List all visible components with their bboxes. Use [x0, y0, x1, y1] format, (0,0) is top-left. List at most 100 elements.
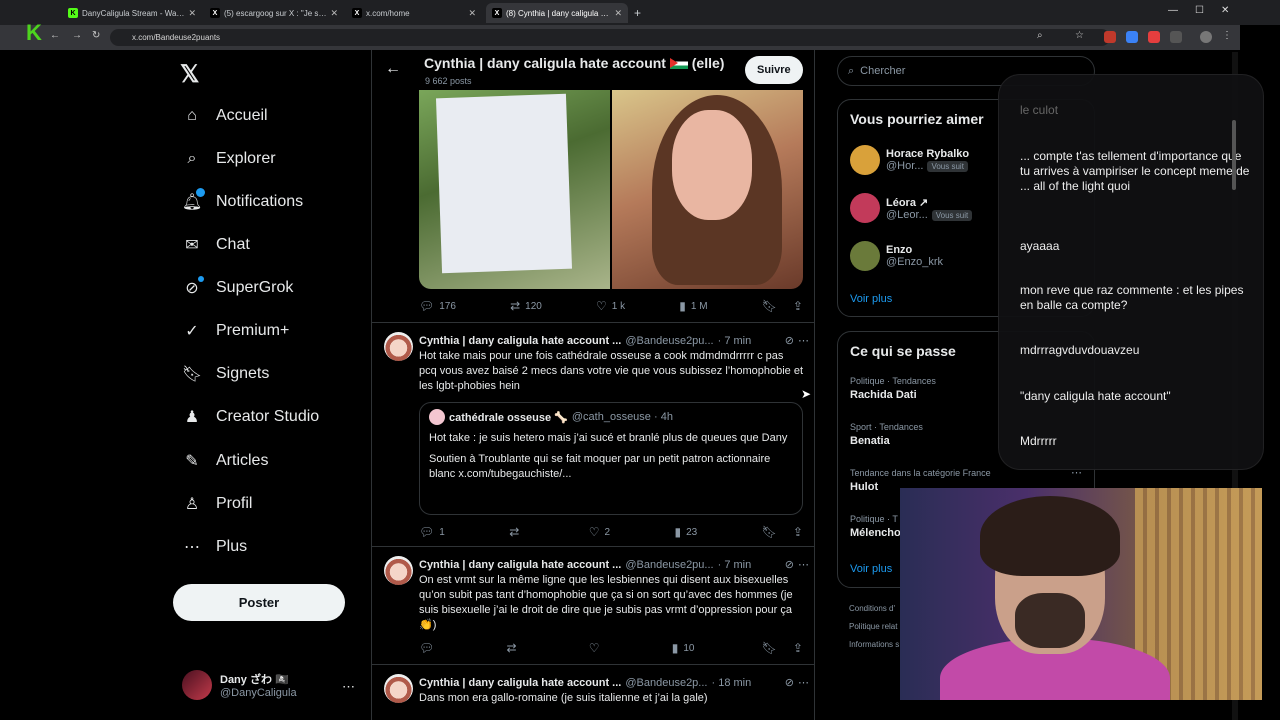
tweet[interactable]: Cynthia | dany caligula hate account ...…: [372, 546, 814, 664]
footer-link[interactable]: Conditions d': [849, 604, 895, 613]
more-icon[interactable]: ⋯: [798, 334, 809, 347]
extensions-icon[interactable]: [1170, 31, 1182, 43]
tweet[interactable]: Cynthia | dany caligula hate account ...…: [372, 322, 814, 546]
reload-icon[interactable]: ↻: [92, 30, 100, 41]
maximize-icon[interactable]: ☐: [1195, 5, 1204, 16]
tab-3[interactable]: X (8) Cynthia | dany caligula hate ✕: [486, 3, 628, 23]
extension-icon[interactable]: [1104, 31, 1116, 43]
tweet[interactable]: Cynthia | dany caligula hate account ...…: [372, 664, 814, 720]
tab-0[interactable]: K DanyCaligula Stream - Watch L ✕: [62, 3, 202, 23]
tweet-author[interactable]: Cynthia | dany caligula hate account ...: [419, 335, 621, 347]
share-icon[interactable]: ⇪: [793, 525, 803, 539]
close-window-icon[interactable]: ✕: [1221, 5, 1229, 16]
see-more-link[interactable]: Voir plus: [850, 293, 892, 305]
post-button[interactable]: Poster: [173, 584, 345, 621]
views-button[interactable]: ▮ 10: [672, 641, 695, 655]
suggestion-item[interactable]: Léora ↗ @Leor... Vous suit: [850, 193, 973, 223]
media-image[interactable]: [419, 90, 610, 289]
nav-notifications[interactable]: 🔔︎ Notifications: [182, 187, 303, 217]
like-count: 1 k: [611, 300, 626, 312]
repost-button[interactable]: ⇄: [509, 525, 524, 539]
avatar[interactable]: [384, 674, 413, 703]
bookmark-icon[interactable]: 🔖︎: [762, 299, 777, 313]
view-count: 1 M: [690, 300, 708, 312]
tweet-handle[interactable]: @Bandeuse2pu...: [625, 335, 713, 347]
bookmark-icon[interactable]: 🔖︎: [762, 525, 777, 539]
grok-icon[interactable]: ⊘: [785, 334, 794, 347]
tweet-author[interactable]: Cynthia | dany caligula hate account ...: [419, 559, 621, 571]
like-button[interactable]: ♡ 1 k: [596, 299, 625, 313]
repost-button[interactable]: ⇄: [506, 641, 521, 655]
menu-icon[interactable]: ⋮: [1222, 30, 1232, 41]
media-image[interactable]: [612, 90, 803, 289]
like-button[interactable]: ♡: [589, 641, 605, 655]
tab-2[interactable]: X x.com/home ✕: [346, 3, 482, 23]
avatar[interactable]: [384, 556, 413, 585]
bookmark-icon[interactable]: 🔖︎: [762, 641, 777, 655]
back-arrow-icon[interactable]: ←: [385, 60, 401, 78]
more-icon[interactable]: ⋯: [342, 679, 355, 695]
reply-button[interactable]: 💬︎: [419, 641, 439, 655]
close-icon[interactable]: ✕: [468, 8, 476, 19]
nav-more[interactable]: ⋯ Plus: [182, 532, 247, 562]
tab-2-label: x.com/home: [366, 8, 410, 18]
avatar[interactable]: [384, 332, 413, 361]
nav-premium[interactable]: ✓ Premium+: [182, 316, 289, 346]
star-icon[interactable]: ☆: [1075, 30, 1084, 41]
trend-item[interactable]: Sport · Tendances Benatia: [850, 422, 923, 447]
tweet-time[interactable]: · 7 min: [718, 335, 752, 347]
more-icon[interactable]: ⋯: [798, 676, 809, 689]
reply-button[interactable]: 💬︎ 176: [419, 299, 456, 313]
views-button[interactable]: ▮ 1 M: [679, 299, 707, 313]
quoted-tweet[interactable]: cathédrale osseuse 🦴 @cath_osseuse · 4h …: [419, 402, 803, 515]
tweet-time[interactable]: · 18 min: [711, 677, 751, 689]
nav-chat[interactable]: ✉ Chat: [182, 230, 250, 260]
footer-link[interactable]: Informations s: [849, 640, 899, 649]
nav-home[interactable]: ⌂ Accueil: [182, 101, 267, 131]
tab-1[interactable]: X (5) escargoog sur X : "Je suis pl ✕: [204, 3, 344, 23]
see-more-link[interactable]: Voir plus: [850, 563, 892, 575]
nav-bookmarks[interactable]: 🔖︎ Signets: [182, 359, 270, 389]
trend-item[interactable]: Politique · Tendances Rachida Dati: [850, 376, 936, 401]
trend-item[interactable]: Politique · T Mélencho: [850, 514, 901, 539]
tweet-handle[interactable]: @Bandeuse2pu...: [625, 559, 713, 571]
x-logo-icon[interactable]: 𝕏: [180, 60, 199, 89]
close-icon[interactable]: ✕: [188, 8, 196, 19]
grok-icon[interactable]: ⊘: [785, 558, 794, 571]
share-icon[interactable]: ⇪: [793, 299, 803, 313]
tweet-handle[interactable]: @Bandeuse2p...: [625, 677, 707, 689]
url-field[interactable]: x.com/Bandeuse2puants: [110, 29, 1110, 46]
nav-supergrok[interactable]: ⊘ SuperGrok: [182, 273, 293, 303]
extension-icon[interactable]: [1148, 31, 1160, 43]
nav-profile[interactable]: ♙ Profil: [182, 489, 253, 519]
extension-icon[interactable]: [1126, 31, 1138, 43]
account-switcher[interactable]: Dany ざわ 🏴‍☠️ @DanyCaligula: [182, 670, 297, 700]
like-button[interactable]: ♡ 2: [589, 525, 610, 539]
views-button[interactable]: ▮ 23: [675, 525, 698, 539]
close-icon[interactable]: ✕: [614, 8, 622, 19]
minimize-icon[interactable]: —: [1168, 5, 1178, 16]
follow-button[interactable]: Suivre: [745, 56, 803, 84]
suggestion-item[interactable]: Enzo @Enzo_krk: [850, 241, 943, 271]
new-tab-button[interactable]: +: [628, 3, 644, 23]
back-icon[interactable]: ←: [50, 30, 60, 41]
tweet-media[interactable]: [419, 90, 803, 289]
footer-link[interactable]: Politique relat: [849, 622, 897, 631]
tweet-time[interactable]: · 7 min: [718, 559, 752, 571]
nav-creator-studio[interactable]: ♟ Creator Studio: [182, 402, 319, 432]
suggestion-item[interactable]: Horace Rybalko @Hor... Vous suit: [850, 145, 969, 175]
more-icon[interactable]: ⋯: [798, 558, 809, 571]
reply-button[interactable]: 💬︎ 1: [419, 525, 445, 539]
grok-icon[interactable]: ⊘: [785, 676, 794, 689]
repost-button[interactable]: ⇄ 120: [510, 299, 542, 313]
quoted-text: Hot take : je suis hetero mais j’ai sucé…: [429, 432, 788, 444]
nav-articles[interactable]: ✎ Articles: [182, 446, 268, 476]
profile-icon[interactable]: [1200, 31, 1212, 43]
nav-explore[interactable]: ⌕ Explorer: [182, 144, 276, 174]
tweet-text: Dans mon era gallo-romaine (je suis ital…: [419, 692, 708, 704]
forward-icon[interactable]: →: [72, 30, 82, 41]
zoom-icon[interactable]: ⌕: [1037, 30, 1043, 41]
close-icon[interactable]: ✕: [330, 8, 338, 19]
tweet-author[interactable]: Cynthia | dany caligula hate account ...: [419, 677, 621, 689]
share-icon[interactable]: ⇪: [793, 641, 803, 655]
